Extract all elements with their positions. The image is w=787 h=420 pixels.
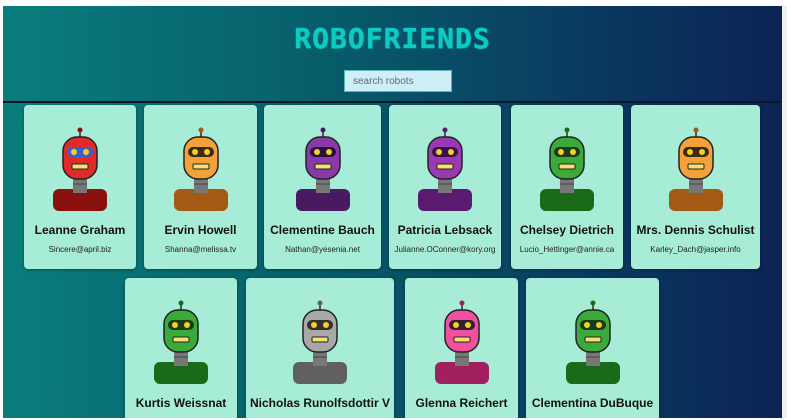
robot-name: Clementina DuBuque [531,396,654,410]
robot-name: Patricia Lebsack [397,223,493,237]
robot-card[interactable]: Chelsey Dietrich Lucio_Hettinger@annie.ca [511,105,623,269]
robot-name: Clementine Bauch [270,223,375,237]
robot-name: Mrs. Dennis Schulist [636,223,755,237]
robot-name: Leanne Graham [34,223,126,237]
app-title: ROBOFRIENDS [294,22,491,55]
robot-card[interactable]: Leanne Graham Sincere@april.biz [24,105,136,269]
robot-avatar [668,127,723,211]
robot-avatar [53,127,107,211]
robot-name: Ervin Howell [164,223,237,237]
robot-avatar [154,300,208,384]
robot-card[interactable]: Glenna Reichert [405,278,518,418]
robot-card[interactable]: Kurtis Weissnat [125,278,237,418]
robot-card[interactable]: Patricia Lebsack Julianne.OConner@kory.or… [389,105,501,269]
robot-avatar [293,300,347,384]
robot-avatar [565,300,620,384]
robot-email: Karley_Dach@jasper.info [650,245,741,254]
robot-email: Shanna@melissa.tv [164,245,237,254]
robot-card[interactable]: Ervin Howell Shanna@melissa.tv [144,105,257,269]
robot-avatar [434,300,489,384]
robot-avatar [540,127,594,211]
robot-email: Lucio_Hettinger@annie.ca [519,245,615,254]
robot-email: Nathan@yesenia.net [285,245,360,254]
robot-avatar [295,127,350,211]
robot-name: Glenna Reichert [415,396,508,410]
robot-email: Sincere@april.biz [48,245,112,254]
search-input[interactable] [344,70,452,92]
robot-avatar [173,127,228,211]
robot-name: Nicholas Runolfsdottir V [249,396,390,410]
app-container: ROBOFRIENDS Leanne Graham Sincere@april.b… [3,6,782,418]
header-divider [3,101,782,103]
robot-name: Kurtis Weissnat [135,396,227,410]
robot-card[interactable]: Clementine Bauch Nathan@yesenia.net [264,105,381,269]
window-edge [782,6,787,418]
robot-card[interactable]: Mrs. Dennis Schulist Karley_Dach@jasper.i… [631,105,760,269]
robot-email: Julianne.OConner@kory.org [394,245,496,254]
robot-avatar [418,127,472,211]
robot-name: Chelsey Dietrich [519,223,615,237]
robot-card[interactable]: Clementina DuBuque [526,278,659,418]
robot-card[interactable]: Nicholas Runolfsdottir V [246,278,394,418]
